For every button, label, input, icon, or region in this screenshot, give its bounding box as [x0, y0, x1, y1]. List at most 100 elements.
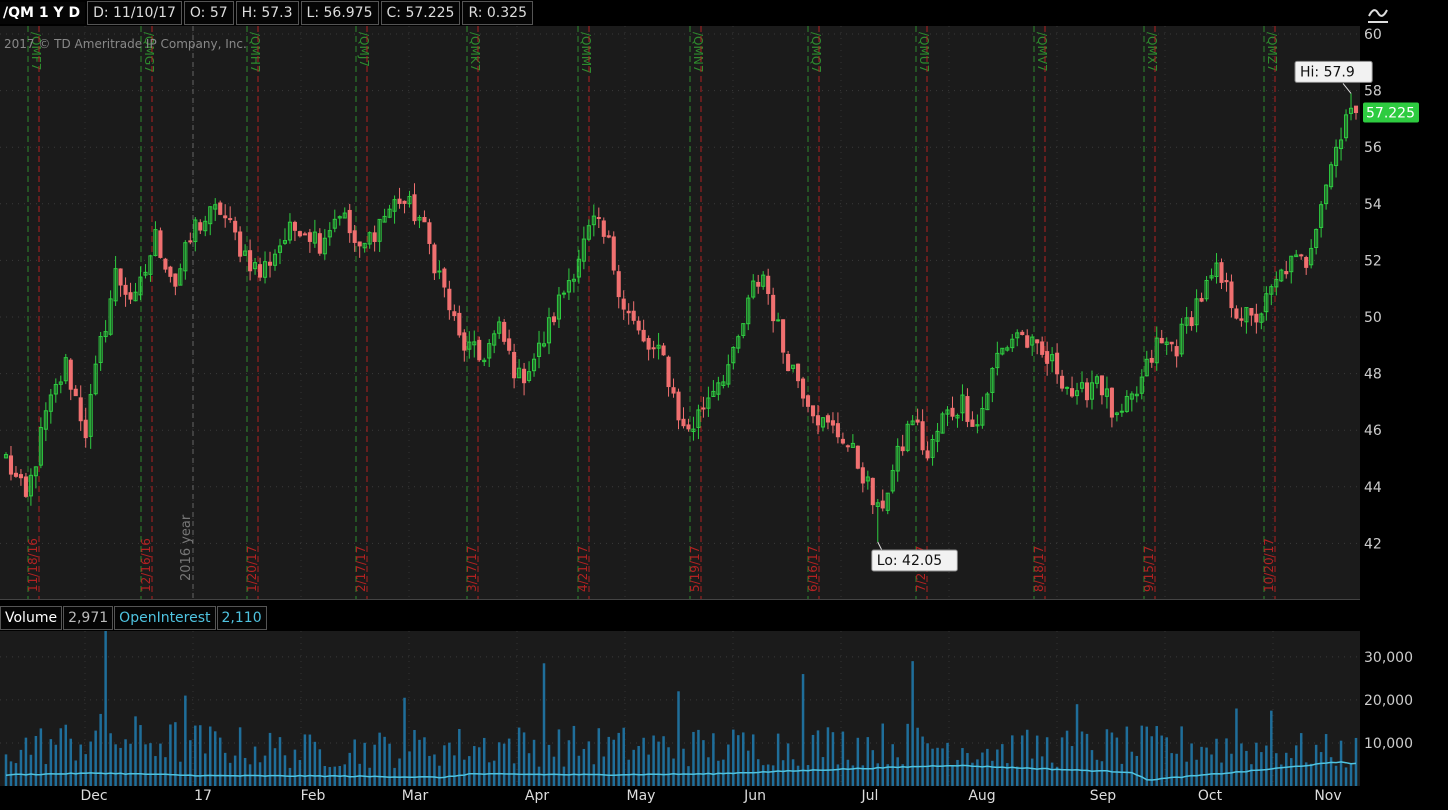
- candle-body: [870, 477, 875, 506]
- volume-bar: [1035, 735, 1039, 786]
- expiry-date-label: 9/15/17: [1142, 546, 1156, 592]
- volume-bar: [1065, 730, 1069, 786]
- candle-body: [73, 388, 78, 397]
- volume-bar: [1135, 755, 1139, 786]
- candle-body: [258, 264, 263, 278]
- volume-bar: [1115, 737, 1119, 786]
- candle-body: [801, 378, 806, 399]
- volume-bar: [378, 732, 381, 786]
- candle-body: [1040, 341, 1045, 355]
- volume-bar: [542, 663, 546, 786]
- candle-body: [626, 310, 631, 314]
- volume-label[interactable]: Volume: [0, 606, 63, 630]
- candle-body: [188, 240, 193, 243]
- chart-style-icon[interactable]: [1366, 4, 1390, 26]
- candle-body: [1254, 313, 1259, 323]
- volume-bar: [1245, 750, 1248, 786]
- volume-bar: [1105, 729, 1109, 786]
- volume-bar: [866, 737, 870, 786]
- candle-body: [522, 368, 527, 384]
- volume-bar: [961, 748, 964, 786]
- volume-bar: [9, 761, 13, 786]
- volume-bar: [557, 729, 561, 786]
- candle-body: [840, 438, 845, 444]
- volume-bar: [951, 766, 954, 786]
- candle-body: [1070, 388, 1075, 397]
- volume-bar: [921, 736, 924, 786]
- volume-bar: [517, 727, 521, 786]
- candle-body: [551, 316, 557, 323]
- volume-bar: [1095, 759, 1099, 786]
- volume-bar: [69, 738, 73, 786]
- volume-bar: [572, 725, 576, 786]
- volume-bar: [761, 765, 765, 786]
- volume-bar: [169, 724, 172, 786]
- close-field: C: 57.225: [380, 1, 461, 25]
- price-tick-label: 60: [1364, 27, 1382, 43]
- x-month-label: Jul: [861, 788, 879, 804]
- volume-bar: [477, 747, 481, 786]
- volume-bar: [781, 760, 785, 786]
- oi-label[interactable]: OpenInterest: [114, 606, 216, 630]
- price-chart[interactable]: /QMF711/18/16/QMG712/16/16/QMH71/20/17/Q…: [0, 26, 1448, 600]
- candle-body: [347, 209, 352, 234]
- roll-marker-label: /QMZ7: [1265, 32, 1279, 72]
- candle-body: [1169, 341, 1174, 345]
- high-callout: Hi: 57.9: [1294, 60, 1373, 83]
- candle-body: [1353, 105, 1359, 114]
- symbol-label[interactable]: /QM 1 Y D: [0, 2, 86, 24]
- volume-bar: [154, 756, 157, 786]
- candle-body: [776, 319, 781, 322]
- volume-bar: [552, 756, 556, 786]
- candle-body: [427, 222, 432, 244]
- volume-bar: [358, 763, 361, 786]
- volume-bar: [612, 739, 615, 786]
- volume-bar: [881, 723, 885, 786]
- candle-body: [1060, 375, 1065, 389]
- candle-body: [1224, 280, 1229, 283]
- x-month-label: May: [626, 788, 656, 804]
- volume-bar: [1354, 737, 1358, 786]
- candle-body: [621, 298, 626, 310]
- date-field: D: 11/10/17: [87, 1, 182, 25]
- price-tick-label: 56: [1364, 140, 1382, 156]
- volume-bar: [806, 765, 810, 786]
- x-month-label: Feb: [300, 788, 326, 804]
- volume-bar: [233, 755, 237, 786]
- volume-bar: [567, 740, 571, 786]
- volume-bar: [712, 733, 715, 786]
- volume-bar: [433, 754, 436, 786]
- volume-bar: [1289, 758, 1293, 786]
- x-month-label: Oct: [1197, 788, 1223, 804]
- volume-bar: [443, 745, 446, 786]
- x-month-label: Apr: [524, 788, 550, 804]
- volume-bar: [981, 752, 984, 786]
- volume-bar: [1275, 753, 1278, 786]
- candle-body: [8, 455, 14, 475]
- volume-bar: [697, 729, 700, 786]
- volume-bar: [1040, 756, 1044, 786]
- volume-bar: [263, 755, 267, 786]
- volume-bar: [727, 744, 730, 786]
- volume-bar: [896, 757, 899, 786]
- volume-bar: [1045, 737, 1049, 786]
- volume-chart[interactable]: 10,000 20,000 30,000: [0, 631, 1448, 786]
- oi-value: 2,110: [216, 606, 267, 630]
- candle-body: [18, 474, 23, 479]
- candle-body: [173, 273, 178, 287]
- volume-bar: [677, 691, 680, 786]
- volume-bar: [1334, 765, 1338, 786]
- volume-bar: [114, 744, 117, 786]
- candle-body: [238, 231, 243, 257]
- volume-bar: [1225, 738, 1228, 786]
- candle-body: [636, 320, 641, 331]
- volume-bar: [54, 744, 58, 786]
- volume-bar: [408, 751, 411, 786]
- candle-body: [198, 222, 203, 231]
- volume-bar: [742, 732, 745, 786]
- volume-value: 2,971: [63, 606, 114, 630]
- candle-body: [606, 235, 611, 238]
- volume-bar: [1100, 761, 1104, 786]
- volume-bar: [144, 744, 147, 786]
- candle-body: [233, 220, 238, 233]
